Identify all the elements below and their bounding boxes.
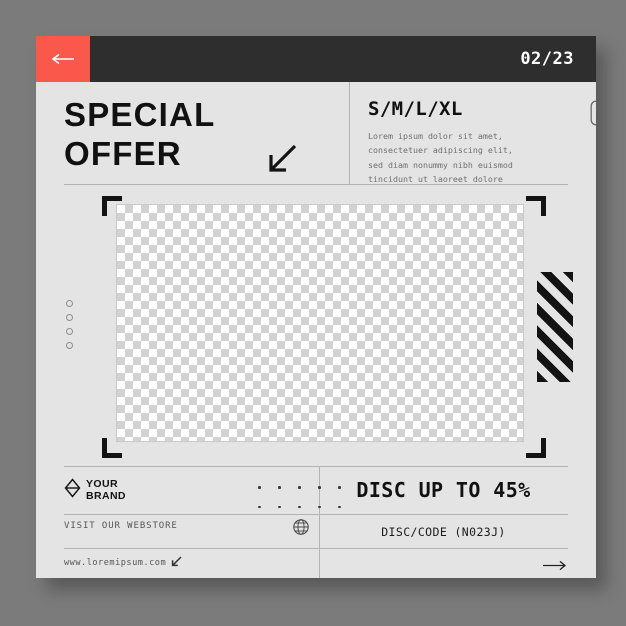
issue-date: 02/23 <box>520 49 574 69</box>
headline-block: SPECIAL OFFER <box>64 82 312 184</box>
description-text: Lorem ipsum dolor sit amet, consectetuer… <box>368 131 513 184</box>
grid-dot <box>258 505 261 509</box>
card-header: 02/23 <box>36 36 596 82</box>
crop-bracket-top-right <box>526 196 546 216</box>
vertical-divider-top <box>349 82 350 184</box>
circle-dot <box>66 300 73 307</box>
image-placeholder[interactable] <box>116 204 524 442</box>
brand-name: YOUR BRAND <box>86 477 126 502</box>
sizes-label: S/M/L/XL <box>368 98 463 120</box>
webstore-label: VISIT OUR WEBSTORE <box>64 521 178 531</box>
brand-logo[interactable]: YOUR BRAND <box>64 478 126 503</box>
sizes-block: S/M/L/XL Lorem ipsum dolor sit amet, con… <box>368 82 596 186</box>
crop-bracket-bottom-right <box>526 438 546 458</box>
url-text: www.loremipsum.com <box>64 558 167 568</box>
grid-dot <box>258 486 261 489</box>
offer-card: 02/23 SPECIAL OFFER S/M/L/XL Lorem ipsum… <box>36 36 596 578</box>
discount-headline: DISC UP TO 45% <box>356 478 531 502</box>
crop-bracket-bottom-left <box>102 438 122 458</box>
grid-dot <box>278 486 281 489</box>
circle-dot <box>66 328 73 335</box>
diamond-logo-icon <box>64 478 81 503</box>
arrow-right-icon <box>543 560 567 571</box>
page-title: SPECIAL OFFER <box>64 96 216 172</box>
capsule-outline-icon <box>590 100 596 131</box>
globe-icon[interactable] <box>292 518 310 541</box>
divider-footer-low <box>64 548 568 549</box>
arrow-down-left-icon <box>267 144 297 179</box>
circle-dot <box>66 314 73 321</box>
grid-dot <box>278 505 281 509</box>
diagonal-stripes-decoration <box>537 272 573 382</box>
crop-bracket-top-left <box>102 196 122 216</box>
grid-dot <box>298 486 301 489</box>
arrow-down-left-icon <box>171 556 182 570</box>
divider-below-header <box>64 184 568 185</box>
website-url[interactable]: www.loremipsum.com <box>64 556 182 570</box>
discount-code[interactable]: DISC/CODE (N023J) <box>319 515 568 548</box>
arrow-left-icon <box>51 53 74 65</box>
canvas: 02/23 SPECIAL OFFER S/M/L/XL Lorem ipsum… <box>0 0 626 626</box>
next-button[interactable] <box>542 558 568 576</box>
grid-dot <box>298 505 301 509</box>
dot-column-decoration <box>66 300 80 356</box>
circle-dot <box>66 342 73 349</box>
top-content-row: SPECIAL OFFER S/M/L/XL Lorem ipsum dolor… <box>36 82 596 184</box>
back-button[interactable] <box>36 36 90 82</box>
